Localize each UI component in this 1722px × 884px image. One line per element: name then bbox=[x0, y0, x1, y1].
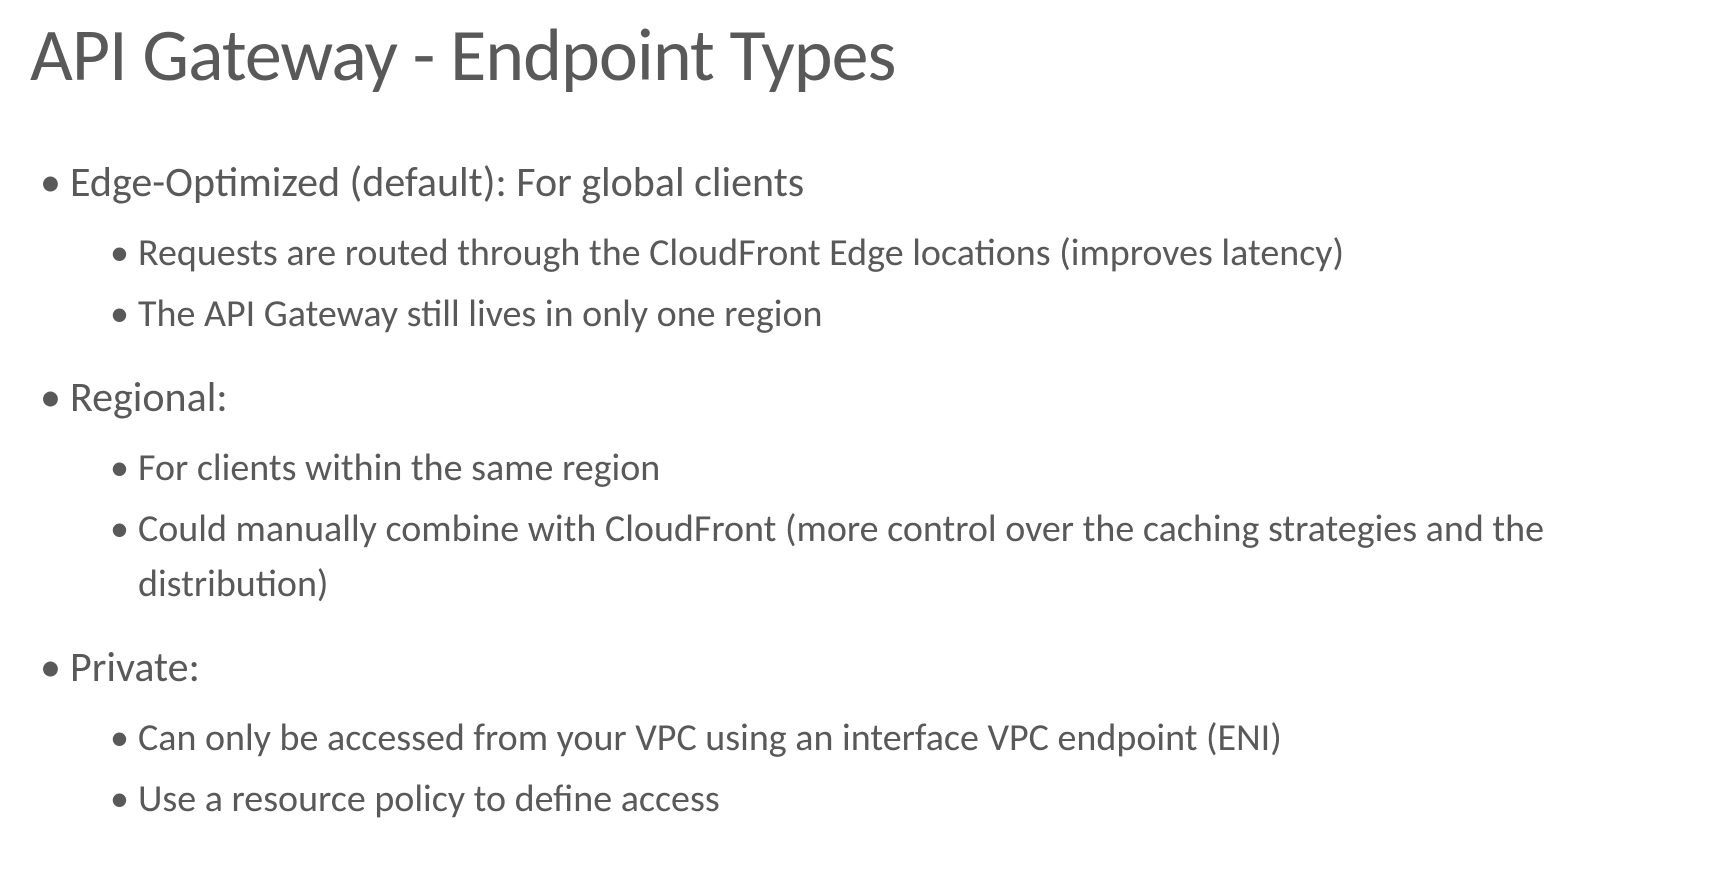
bullet-l2: Use a resource policy to define access bbox=[30, 772, 1692, 827]
bullet-list: Edge-Optimized (default): For global cli… bbox=[30, 155, 1692, 827]
bullet-l2: For clients within the same region bbox=[30, 441, 1692, 496]
bullet-l2: Can only be accessed from your VPC using… bbox=[30, 711, 1692, 766]
bullet-l2: Could manually combine with CloudFront (… bbox=[30, 502, 1692, 612]
section-edge-optimized: Edge-Optimized (default): For global cli… bbox=[30, 155, 1692, 342]
bullet-lead: Edge-Optimized (default): bbox=[70, 157, 516, 208]
bullet-lead: Private: bbox=[70, 642, 200, 693]
bullet-lead: Regional: bbox=[70, 372, 228, 423]
bullet-l1: Private: bbox=[30, 640, 1692, 697]
bullet-l2: The API Gateway still lives in only one … bbox=[30, 287, 1692, 342]
section-private: Private: Can only be accessed from your … bbox=[30, 640, 1692, 827]
bullet-l1: Regional: bbox=[30, 370, 1692, 427]
bullet-rest: For global clients bbox=[516, 157, 804, 208]
slide-title: API Gateway - Endpoint Types bbox=[30, 10, 1692, 100]
bullet-l2: Requests are routed through the CloudFro… bbox=[30, 226, 1692, 281]
section-regional: Regional: For clients within the same re… bbox=[30, 370, 1692, 612]
bullet-l1: Edge-Optimized (default): For global cli… bbox=[30, 155, 1692, 212]
